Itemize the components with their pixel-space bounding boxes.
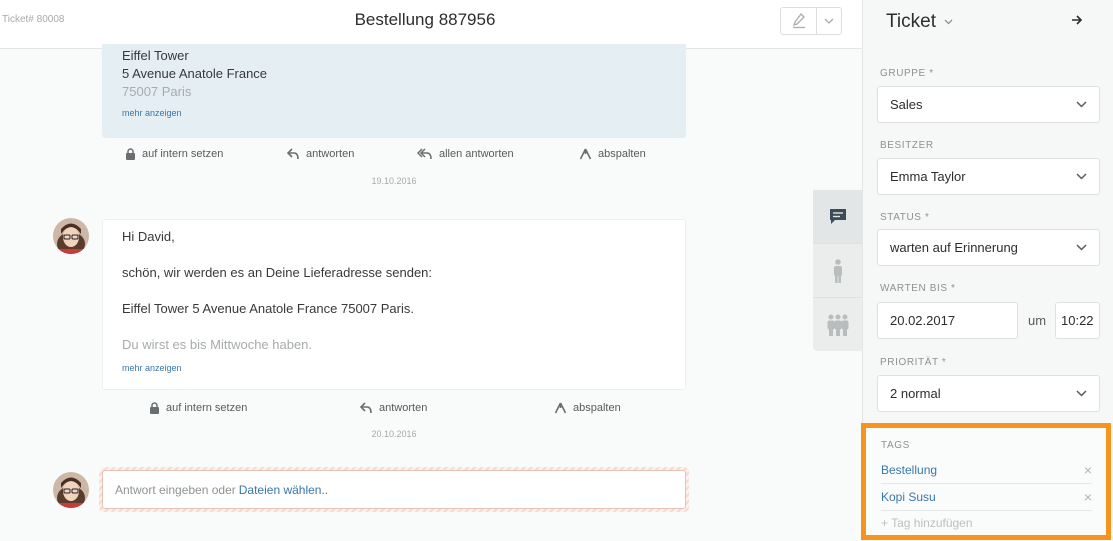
- status-label: STATUS *: [880, 212, 930, 223]
- action-label: abspalten: [573, 402, 621, 414]
- tab-organization[interactable]: [813, 298, 862, 352]
- pending-date-value: 20.02.2017: [890, 313, 956, 328]
- article-line: Hi David,: [122, 229, 175, 244]
- pencil-icon: [792, 13, 805, 29]
- edit-button[interactable]: [781, 8, 816, 34]
- sidebar-title: Ticket: [886, 11, 936, 32]
- sidebar-title-dropdown[interactable]: Ticket: [886, 11, 953, 33]
- action-label: antworten: [379, 402, 428, 414]
- pending-until-label: WARTEN BIS *: [880, 283, 956, 294]
- action-label: allen antworten: [439, 148, 514, 160]
- article-bubble: Hi David, schön, wir werden es an Deine …: [102, 219, 686, 390]
- tags-section: TAGS Bestellung × Kopi Susu × + Tag hinz…: [861, 423, 1111, 540]
- article-line: Eiffel Tower 5 Avenue Anatole France 750…: [122, 301, 414, 316]
- chevron-down-icon: [1076, 244, 1087, 251]
- tag-link[interactable]: Bestellung: [881, 463, 937, 477]
- article-line: schön, wir werden es an Deine Lieferadre…: [122, 265, 433, 280]
- ticket-header: Ticket# 80008 Bestellung 887956: [0, 0, 862, 49]
- action-label: antworten: [306, 148, 355, 160]
- arrow-right-icon[interactable]: [1071, 14, 1083, 26]
- reply-icon: [360, 402, 372, 414]
- article-actions: auf intern setzen antworten allen antwor…: [102, 148, 686, 164]
- set-internal-action[interactable]: auf intern setzen: [149, 402, 247, 414]
- action-label: auf intern setzen: [142, 148, 224, 160]
- priority-value: 2 normal: [890, 386, 941, 401]
- show-more-link[interactable]: mehr anzeigen: [122, 104, 666, 122]
- split-action[interactable]: abspalten: [554, 402, 621, 414]
- reply-placeholder: Antwort eingeben oder: [115, 482, 236, 497]
- add-tag-input[interactable]: + Tag hinzufügen: [881, 516, 1092, 530]
- pending-time-input[interactable]: 10:22: [1055, 302, 1100, 339]
- article-line: Eiffel Tower: [122, 48, 189, 63]
- lock-icon: [126, 148, 135, 160]
- tag-item: Bestellung ×: [881, 457, 1092, 484]
- action-label: auf intern setzen: [166, 402, 248, 414]
- tab-customer[interactable]: [813, 244, 862, 298]
- group-icon: [827, 314, 848, 336]
- status-value: warten auf Erinnerung: [890, 240, 1018, 255]
- article-line: 75007 Paris: [122, 84, 192, 99]
- owner-value: Emma Taylor: [890, 169, 966, 184]
- chevron-down-icon: [944, 19, 953, 25]
- tags-label: TAGS: [881, 440, 910, 451]
- action-label: abspalten: [598, 148, 646, 160]
- chevron-down-icon: [1076, 101, 1087, 108]
- group-value: Sales: [890, 97, 923, 112]
- priority-select[interactable]: 2 normal: [877, 375, 1100, 412]
- ticket-title[interactable]: Bestellung 887956: [0, 10, 850, 30]
- reply-all-action[interactable]: allen antworten: [417, 148, 514, 160]
- at-label: um: [1028, 313, 1047, 328]
- tag-item: Kopi Susu ×: [881, 484, 1092, 511]
- remove-tag-icon[interactable]: ×: [1084, 462, 1092, 478]
- group-select[interactable]: Sales: [877, 86, 1100, 123]
- split-icon: [554, 402, 567, 414]
- owner-label: BESITZER: [880, 140, 934, 151]
- split-icon: [579, 148, 592, 160]
- article-date: 20.10.2016: [371, 429, 417, 439]
- pending-date-input[interactable]: 20.02.2017: [877, 302, 1018, 339]
- more-actions-dropdown[interactable]: [816, 8, 841, 34]
- group-label: GRUPPE *: [880, 68, 934, 79]
- article-date: 19.10.2016: [371, 176, 417, 186]
- status-select[interactable]: warten auf Erinnerung: [877, 229, 1100, 266]
- chat-icon: [829, 209, 846, 224]
- ticket-actions-button-group: [780, 7, 842, 35]
- tag-link[interactable]: Kopi Susu: [881, 490, 936, 504]
- priority-label: PRIORITÄT *: [880, 357, 947, 368]
- article-actions: auf intern setzen antworten abspalten: [102, 402, 686, 418]
- chevron-down-icon: [1076, 390, 1087, 397]
- reply-input[interactable]: Antwort eingeben oder Dateien wählen..: [102, 470, 686, 509]
- split-action[interactable]: abspalten: [579, 148, 646, 160]
- person-icon: [833, 258, 842, 283]
- tab-ticket[interactable]: [813, 190, 862, 244]
- set-internal-action[interactable]: auf intern setzen: [125, 148, 223, 160]
- article-line: 5 Avenue Anatole France: [122, 66, 268, 81]
- reply-action[interactable]: antworten: [360, 402, 427, 414]
- avatar[interactable]: [53, 472, 89, 508]
- chevron-down-icon: [824, 18, 834, 24]
- sidebar-tabs: [813, 190, 862, 351]
- reply-icon: [287, 148, 299, 160]
- remove-tag-icon[interactable]: ×: [1084, 489, 1092, 505]
- article-line: Du wirst es bis Mittwoche haben.: [122, 337, 313, 350]
- reply-action[interactable]: antworten: [287, 148, 354, 160]
- chevron-down-icon: [1076, 173, 1087, 180]
- show-more-link[interactable]: mehr anzeigen: [122, 359, 666, 377]
- pending-time-value: 10:22: [1061, 313, 1094, 328]
- choose-files-link[interactable]: Dateien wählen..: [239, 483, 328, 497]
- article-bubble: Eiffel Tower 5 Avenue Anatole France 750…: [102, 44, 686, 138]
- avatar[interactable]: [53, 218, 89, 254]
- ticket-zoom-main: Ticket# 80008 Bestellung 887956 Eiffel T…: [0, 0, 862, 541]
- reply-box: Antwort eingeben oder Dateien wählen..: [99, 467, 689, 512]
- owner-select[interactable]: Emma Taylor: [877, 158, 1100, 195]
- lock-icon: [150, 402, 159, 414]
- reply-all-icon: [417, 148, 432, 160]
